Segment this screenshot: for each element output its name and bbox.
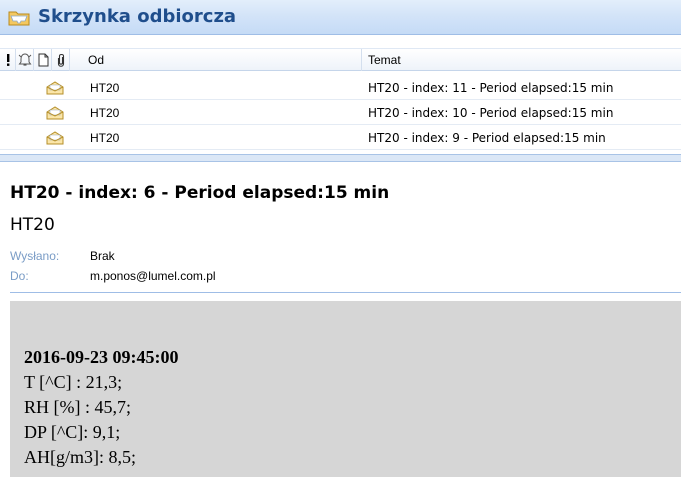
reminder-bell-icon <box>18 53 32 66</box>
column-from-label: Od <box>88 53 105 67</box>
opened-envelope-icon <box>46 106 64 120</box>
message-subject: HT20 - index: 9 - Period elapsed:15 min <box>368 131 606 145</box>
body-timestamp: 2016-09-23 09:45:00 <box>24 347 179 367</box>
message-body[interactable]: 2016-09-23 09:45:00 T [^C] : 21,3; RH [%… <box>10 301 681 477</box>
message-row[interactable]: HT20 HT20 - index: 11 - Period elapsed:1… <box>0 76 681 100</box>
message-list-header: Od Temat <box>0 48 681 71</box>
inbox-folder-icon <box>8 11 30 26</box>
column-importance[interactable] <box>0 49 16 71</box>
folder-title-bar: Skrzynka odbiorcza <box>0 0 681 35</box>
message-subject: HT20 - index: 10 - Period elapsed:15 min <box>368 106 614 120</box>
message-row[interactable]: HT20 HT20 - index: 10 - Period elapsed:1… <box>0 101 681 125</box>
column-attachment[interactable] <box>52 49 70 71</box>
message-from: HT20 <box>90 106 120 120</box>
to-recipient[interactable]: m.ponos@lumel.com.pl <box>90 269 216 283</box>
column-from[interactable]: Od <box>70 49 362 71</box>
message-from: HT20 <box>90 131 120 145</box>
body-absolute-humidity: AH[g/m3]: 8,5; <box>24 447 136 467</box>
to-label: Do: <box>10 269 29 283</box>
message-from: HT20 <box>90 81 120 95</box>
importance-icon <box>7 54 10 66</box>
message-row[interactable]: HT20 HT20 - index: 9 - Period elapsed:15… <box>0 126 681 150</box>
paperclip-icon <box>57 53 65 67</box>
folder-title: Skrzynka odbiorcza <box>38 6 237 27</box>
column-reminder[interactable] <box>16 49 34 71</box>
sent-label: Wysłano: <box>10 249 60 263</box>
body-dew-point: DP [^C]: 9,1; <box>24 422 121 442</box>
sent-value: Brak <box>90 249 115 263</box>
document-icon <box>38 53 49 67</box>
column-type[interactable] <box>34 49 52 71</box>
body-temperature: T [^C] : 21,3; <box>24 372 123 392</box>
column-subject[interactable]: Temat <box>362 49 681 71</box>
column-subject-label: Temat <box>368 53 401 67</box>
reading-pane-splitter[interactable] <box>0 154 681 162</box>
opened-envelope-icon <box>46 131 64 145</box>
reading-pane-subject: HT20 - index: 6 - Period elapsed:15 min <box>10 183 390 203</box>
opened-envelope-icon <box>46 81 64 95</box>
body-humidity: RH [%] : 45,7; <box>24 397 131 417</box>
reading-pane-sender: HT20 <box>10 215 55 235</box>
header-divider <box>10 292 681 293</box>
message-subject: HT20 - index: 11 - Period elapsed:15 min <box>368 81 614 95</box>
